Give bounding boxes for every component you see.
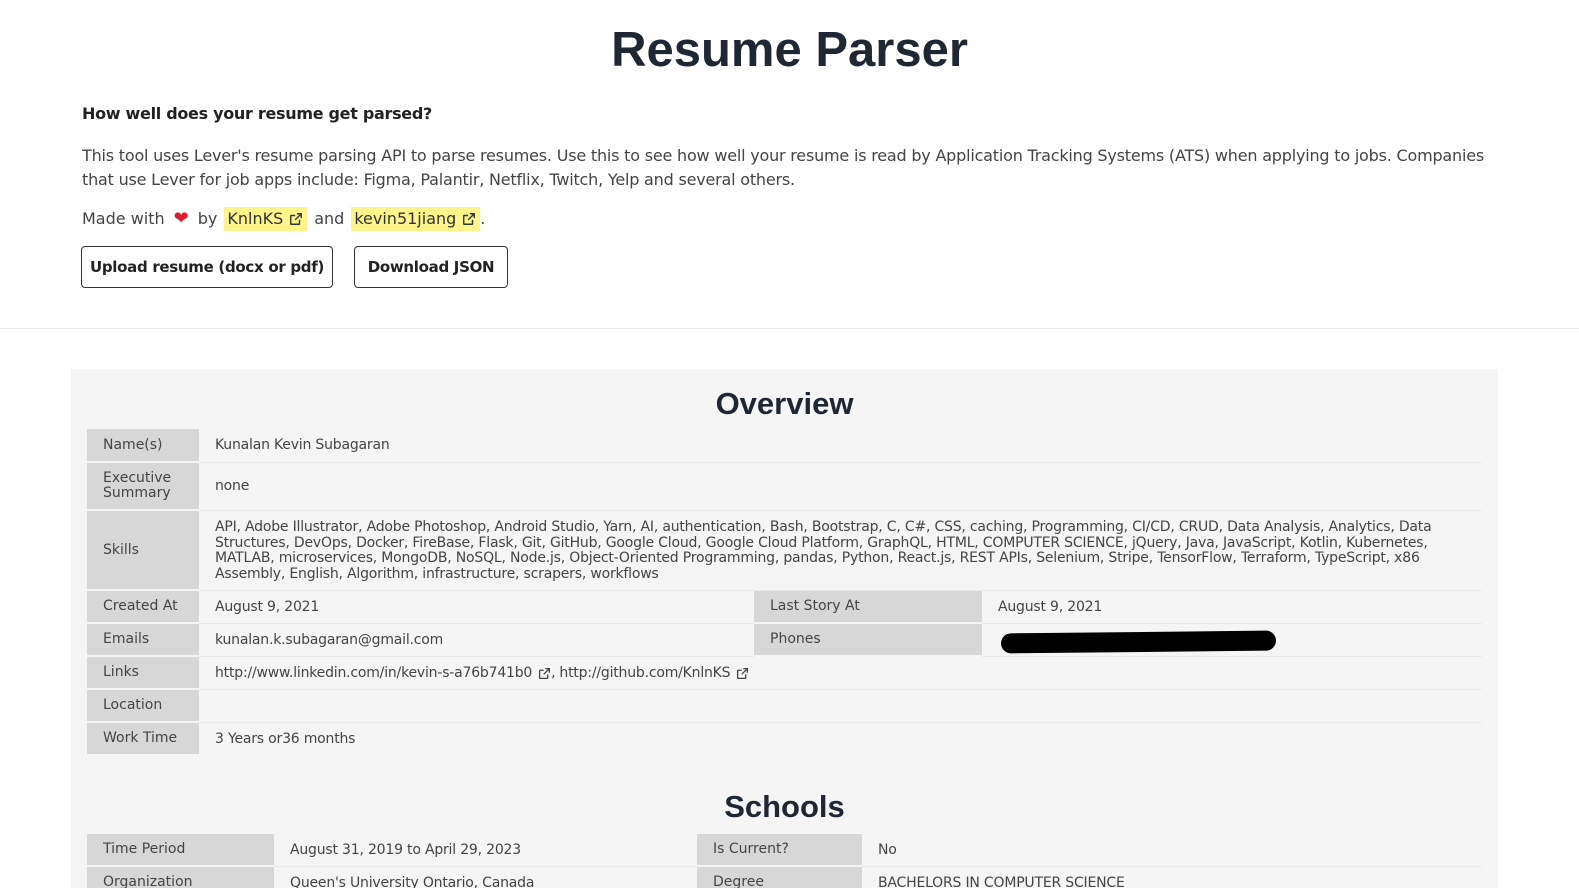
external-link-icon xyxy=(463,213,476,225)
skills-label: Skills xyxy=(87,511,199,591)
skills-value: API, Adobe Illustrator, Adobe Photoshop,… xyxy=(215,519,1432,582)
org-label: Organization xyxy=(87,867,274,888)
linkedin-url: http://www.linkedin.com/in/kevin-s-a76b7… xyxy=(215,664,533,681)
name-label: Name(s) xyxy=(87,429,199,463)
period-value: August 31, 2019 to April 29, 2023 xyxy=(290,841,521,858)
results-panel: Overview Name(s) Kunalan Kevin Subagaran… xyxy=(71,369,1498,888)
and-text: and xyxy=(314,209,345,228)
overview-title: Overview xyxy=(715,386,854,421)
intro-question: How well does your resume get parsed? xyxy=(82,104,432,123)
links-value: http://www.linkedin.com/in/kevin-s-a76b7… xyxy=(215,657,749,690)
linkedin-link[interactable]: http://www.linkedin.com/in/kevin-s-a76b7… xyxy=(215,664,551,682)
author1-label: KnlnKS xyxy=(227,209,284,228)
org-value: Queen's University Ontario, Canada xyxy=(290,874,535,888)
download-json-button[interactable]: Download JSON xyxy=(354,246,508,288)
overview-row-dates: Created At August 9, 2021 Last Story At … xyxy=(87,591,1482,624)
location-label: Location xyxy=(87,690,199,723)
overview-row-name: Name(s) Kunalan Kevin Subagaran xyxy=(87,429,1482,463)
made-with-text: Made with xyxy=(82,209,165,228)
worktime-label: Work Time xyxy=(87,723,199,756)
name-value: Kunalan Kevin Subagaran xyxy=(215,437,390,454)
page-title: Resume Parser xyxy=(611,23,968,77)
github-url: http://github.com/KnlnKS xyxy=(559,664,731,681)
overview-row-links: Links http://www.linkedin.com/in/kevin-s… xyxy=(87,657,1482,690)
current-label: Is Current? xyxy=(697,834,862,867)
schools-row-org: Organization Queen's University Ontario,… xyxy=(87,867,1482,888)
degree-value: BACHELORS IN COMPUTER SCIENCE xyxy=(878,874,1125,888)
external-link-icon xyxy=(539,667,551,680)
current-value: No xyxy=(878,841,897,858)
schools-title: Schools xyxy=(724,789,845,824)
overview-row-worktime: Work Time 3 Years or36 months xyxy=(87,723,1482,756)
author-link-kevin51jiang[interactable]: kevin51jiang xyxy=(351,207,481,231)
last-story-label: Last Story At xyxy=(754,591,982,624)
worktime-value: 3 Years or36 months xyxy=(215,730,356,747)
overview-row-skills: Skills API, Adobe Illustrator, Adobe Pho… xyxy=(87,511,1482,591)
link-separator: , xyxy=(551,664,556,681)
overview-row-summary: Executive Summary none xyxy=(87,463,1482,511)
summary-label: Executive Summary xyxy=(87,463,199,511)
author-link-knlnks[interactable]: KnlnKS xyxy=(224,207,308,231)
external-link-icon xyxy=(737,667,749,680)
heart-icon: ❤ xyxy=(173,208,189,229)
summary-value: none xyxy=(215,478,250,495)
by-text: by xyxy=(197,209,218,228)
upload-resume-button[interactable]: Upload resume (docx or pdf) xyxy=(81,246,333,288)
degree-label: Degree xyxy=(697,867,862,888)
last-story-value: August 9, 2021 xyxy=(998,598,1103,615)
overview-row-location: Location xyxy=(87,690,1482,723)
period-label: Time Period xyxy=(87,834,274,867)
schools-row-period: Time Period August 31, 2019 to April 29,… xyxy=(87,834,1482,867)
created-label: Created At xyxy=(87,591,199,624)
author2-label: kevin51jiang xyxy=(354,209,457,228)
phone-redaction xyxy=(1000,630,1277,654)
divider xyxy=(0,328,1579,329)
created-value: August 9, 2021 xyxy=(215,598,320,615)
emails-value: kunalan.k.subagaran@gmail.com xyxy=(215,631,444,648)
credits-line: Made with ❤ by KnlnKS and kevin51jiang . xyxy=(82,207,485,231)
phones-label: Phones xyxy=(754,624,982,657)
intro-description: This tool uses Lever's resume parsing AP… xyxy=(82,146,1484,189)
overview-row-contact: Emails kunalan.k.subagaran@gmail.com Pho… xyxy=(87,624,1482,657)
links-label: Links xyxy=(87,657,199,690)
emails-label: Emails xyxy=(87,624,199,657)
external-link-icon xyxy=(290,213,303,225)
period-text: . xyxy=(480,209,486,228)
github-link[interactable]: http://github.com/KnlnKS xyxy=(559,664,749,682)
